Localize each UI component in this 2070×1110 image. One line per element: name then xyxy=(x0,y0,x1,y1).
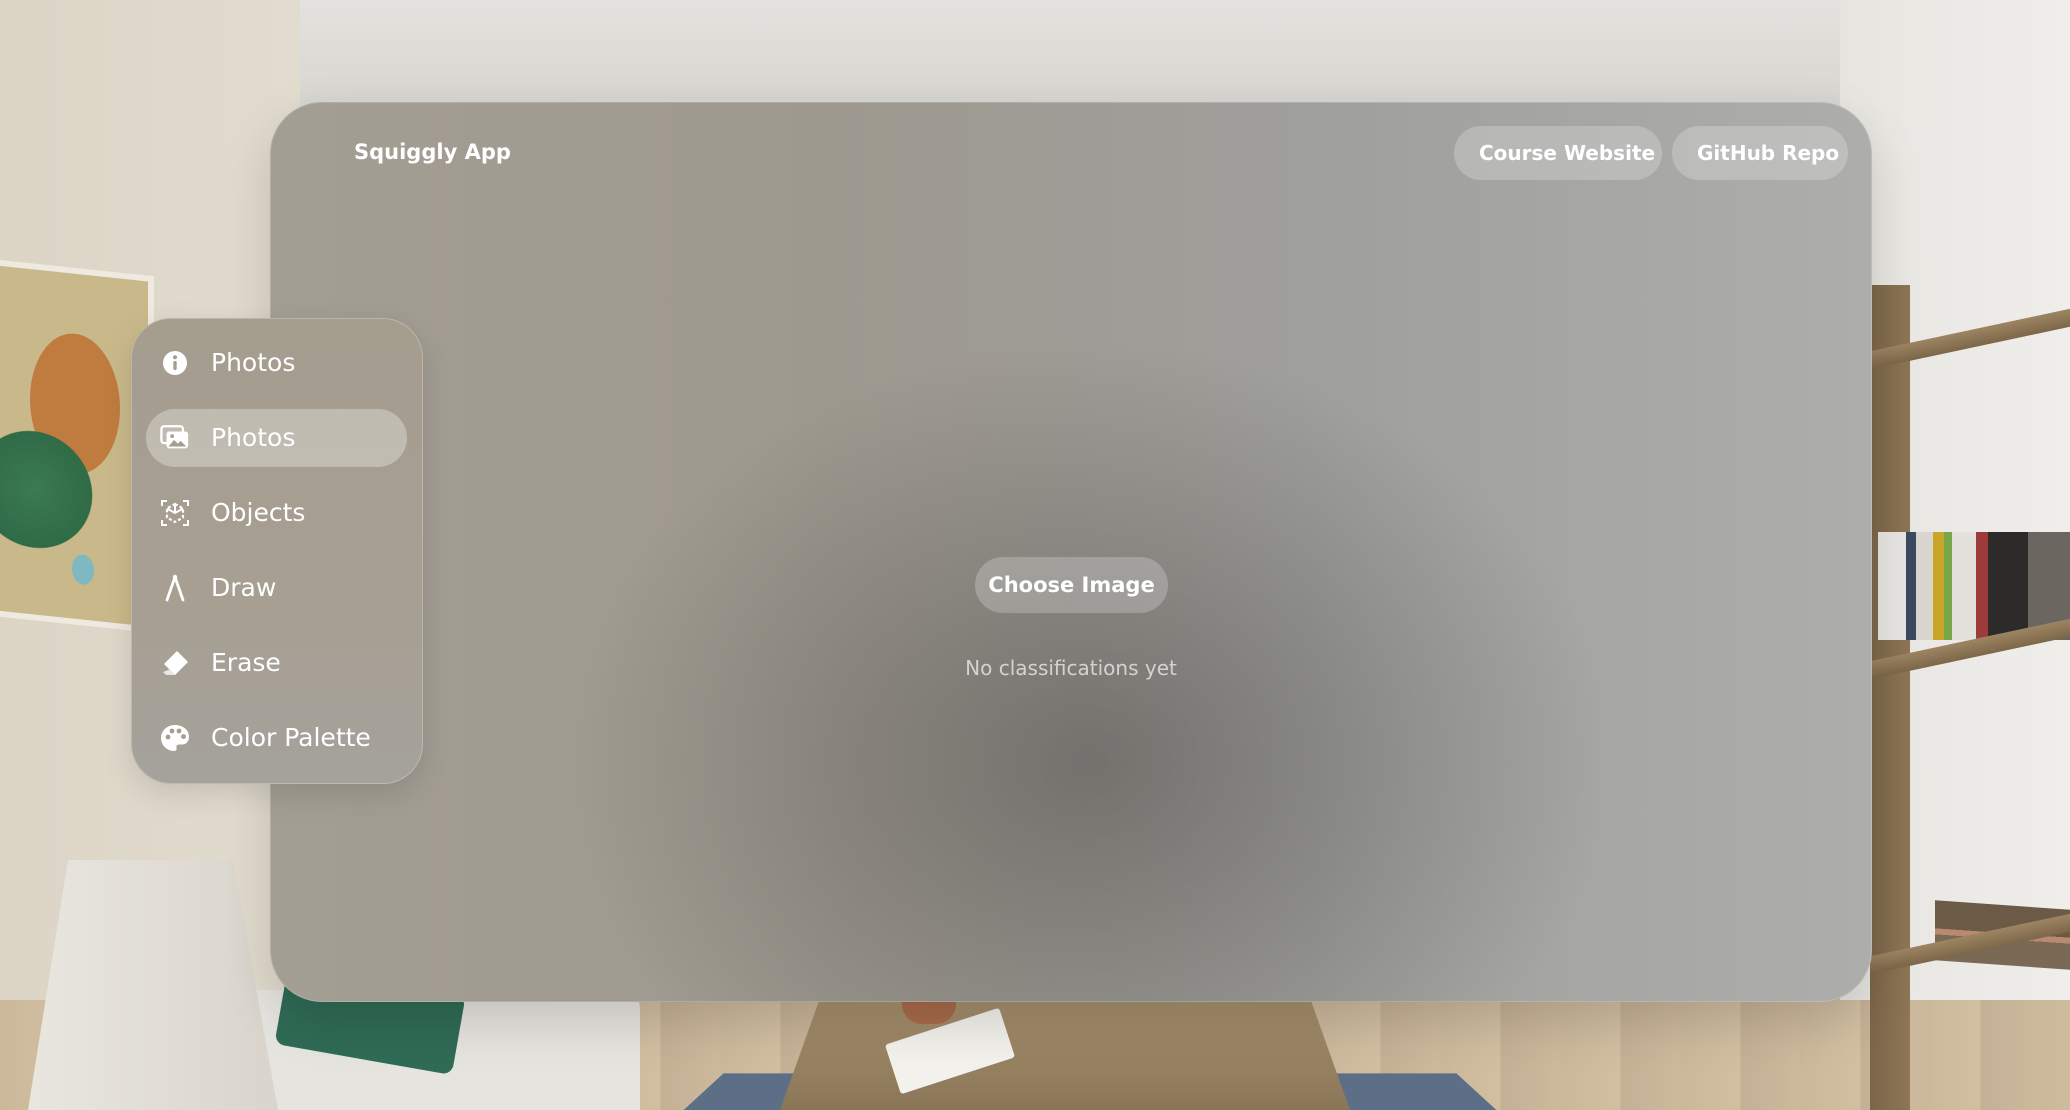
photo-icon xyxy=(160,424,190,452)
eraser-icon xyxy=(160,649,190,677)
sidebar: Photos Photos Objects Draw Erase Color P… xyxy=(131,318,423,784)
app-window: Squiggly App Course Website GitHub Repo … xyxy=(270,102,1872,1002)
classification-status: No classifications yet xyxy=(965,656,1177,680)
wall-art-leaf xyxy=(0,414,100,567)
github-repo-button[interactable]: GitHub Repo xyxy=(1672,126,1848,180)
sidebar-item-label: Erase xyxy=(211,648,281,677)
sidebar-item-photos[interactable]: Photos xyxy=(146,409,407,467)
pen-nib-icon xyxy=(160,574,190,602)
sidebar-item-color-palette[interactable]: Color Palette xyxy=(146,709,407,767)
palette-icon xyxy=(160,724,190,752)
sidebar-item-label: Photos xyxy=(211,423,296,452)
sidebar-item-photos-info[interactable]: Photos xyxy=(146,334,407,392)
sidebar-item-draw[interactable]: Draw xyxy=(146,559,407,617)
sidebar-item-label: Objects xyxy=(211,498,306,527)
sidebar-item-label: Draw xyxy=(211,573,277,602)
objects-icon xyxy=(160,499,190,527)
sidebar-item-label: Color Palette xyxy=(211,723,371,752)
coffee-table xyxy=(780,998,1350,1110)
info-icon xyxy=(160,349,190,377)
app-title: Squiggly App xyxy=(354,140,511,164)
sidebar-item-objects[interactable]: Objects xyxy=(146,484,407,542)
bookshelf-frame xyxy=(1870,285,1910,1110)
environment-background: Squiggly App Course Website GitHub Repo … xyxy=(0,0,2070,1110)
choose-image-button[interactable]: Choose Image xyxy=(975,557,1168,613)
sidebar-item-erase[interactable]: Erase xyxy=(146,634,407,692)
course-website-button[interactable]: Course Website xyxy=(1454,126,1662,180)
sidebar-item-label: Photos xyxy=(211,348,296,377)
